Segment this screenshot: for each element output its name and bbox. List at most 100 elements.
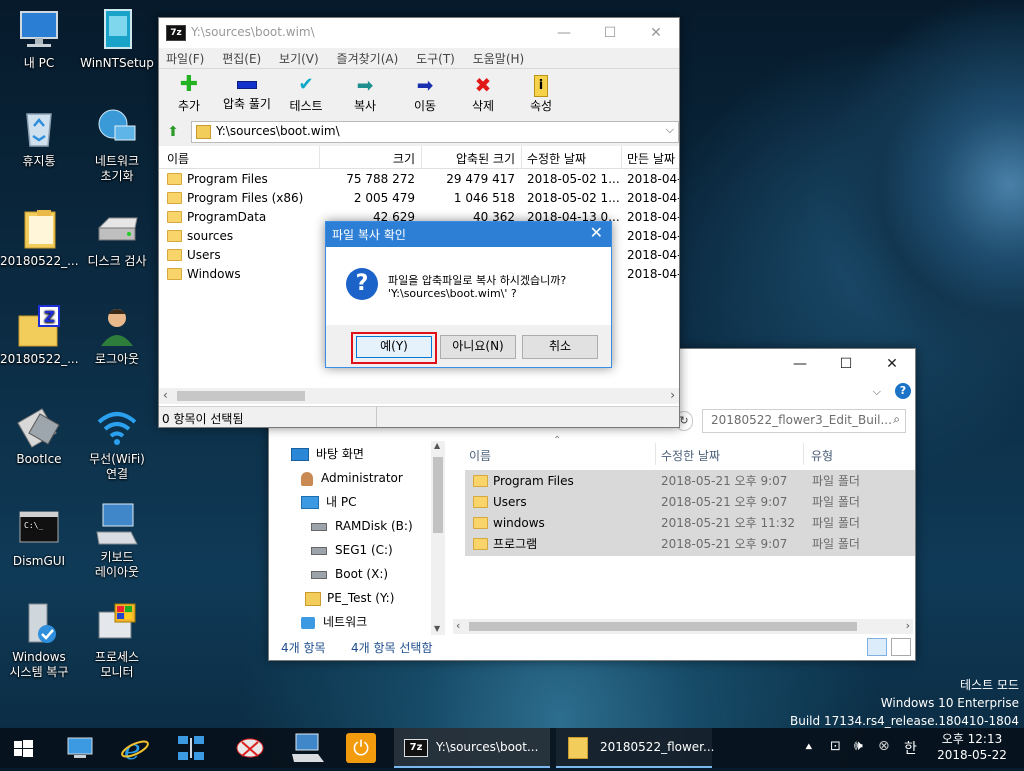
nav-item[interactable]: 바탕 화면	[291, 445, 364, 464]
column-header-modified[interactable]: 수정한 날짜	[527, 150, 586, 167]
desktop-icon-logout[interactable]: 로그아웃	[78, 304, 156, 367]
add-button[interactable]: ✚ 추가	[169, 73, 209, 114]
close-button[interactable]: ✕	[869, 349, 915, 379]
file-row[interactable]: 프로그램 2018-05-21 오후 9:07 파일 폴더	[473, 535, 913, 554]
menu-tools[interactable]: 도구(T)	[416, 52, 455, 66]
nav-item[interactable]: PE_Test (Y:)	[305, 589, 394, 608]
column-header-name[interactable]: 이름	[469, 447, 491, 464]
up-folder-icon[interactable]: ⬆	[163, 122, 183, 142]
status-divider	[376, 407, 377, 427]
recycle-bin-icon	[17, 106, 61, 150]
nav-item[interactable]: 내 PC	[301, 493, 356, 512]
close-circle-icon[interactable]: ⊗	[878, 738, 890, 754]
scrollbar-thumb[interactable]	[433, 457, 443, 533]
close-button[interactable]: ✕	[590, 223, 603, 242]
scroll-left-icon[interactable]: ‹	[163, 388, 168, 402]
delete-button[interactable]: ✖ 삭제	[463, 73, 503, 114]
nav-item[interactable]: Administrator	[301, 469, 403, 488]
scroll-right-icon[interactable]: ›	[670, 388, 675, 402]
taskbar-network[interactable]	[168, 728, 216, 768]
scrollbar-thumb[interactable]	[177, 391, 305, 401]
move-button[interactable]: ➡ 이동	[405, 73, 445, 114]
yes-button[interactable]: 예(Y)	[356, 336, 432, 358]
desktop-icon-process-monitor[interactable]: 프로세스 모니터	[78, 602, 156, 680]
volume-icon[interactable]: 🕪	[854, 738, 863, 754]
maximize-button[interactable]: ☐	[823, 349, 869, 379]
properties-button[interactable]: i 속성	[521, 73, 561, 114]
taskbar-7zip-window[interactable]: 7z Y:\sources\boot...	[394, 728, 550, 768]
nav-item[interactable]: RAMDisk (B:)	[311, 517, 413, 536]
chevron-down-icon[interactable]: ⌵	[873, 385, 881, 399]
start-button[interactable]	[0, 728, 48, 768]
archive-row[interactable]: Program Files 75 788 272 29 479 417 2018-05…	[159, 170, 679, 189]
file-row[interactable]: windows 2018-05-21 오후 11:32 파일 폴더	[473, 514, 913, 533]
cancel-button[interactable]: 취소	[522, 335, 598, 359]
desktop-icon-windows-recovery[interactable]: Windows 시스템 복구	[0, 602, 78, 680]
horizontal-scrollbar[interactable]: ‹ ›	[453, 619, 913, 634]
desktop-icon-folder-1[interactable]: 20180522_...	[0, 206, 79, 269]
nav-item[interactable]: Boot (X:)	[311, 565, 388, 584]
path-input[interactable]: Y:\sources\boot.wim\ ⌵	[191, 121, 679, 143]
copy-button[interactable]: ➡ 복사	[345, 73, 385, 114]
desktop-icon-dismgui[interactable]: C:\_ DismGUI	[0, 506, 78, 569]
scroll-down-icon[interactable]: ▼	[434, 624, 440, 633]
file-row[interactable]: Program Files 2018-05-21 오후 9:07 파일 폴더	[473, 472, 913, 491]
test-button[interactable]: ✔ 테스트	[285, 73, 327, 114]
network-globe-icon	[95, 106, 139, 150]
horizontal-scrollbar[interactable]: ‹ ›	[159, 388, 679, 404]
setup-icon	[95, 8, 139, 52]
taskbar-internet-explorer[interactable]: e	[112, 728, 160, 768]
search-icon: ⌕	[893, 412, 900, 426]
nav-item[interactable]: 네트워크	[301, 613, 367, 632]
nav-scrollbar[interactable]: ▲ ▼	[431, 441, 445, 635]
ime-indicator[interactable]: 한	[904, 738, 917, 758]
maximize-button[interactable]: ☐	[587, 18, 633, 48]
desktop-icon-keyboard-layout[interactable]: 키보드 레이아웃	[78, 502, 156, 580]
desktop-icon-zip-folder[interactable]: Z 20180522_...	[0, 304, 79, 367]
monitor-icon	[17, 8, 61, 52]
chevron-down-icon[interactable]: ⌵	[666, 123, 674, 137]
no-button[interactable]: 아니요(N)	[440, 335, 516, 359]
menu-edit[interactable]: 편집(E)	[222, 52, 261, 66]
tray-flag-icon[interactable]: ⯅	[804, 740, 814, 755]
menu-file[interactable]: 파일(F)	[166, 52, 204, 66]
scroll-left-icon[interactable]: ‹	[456, 619, 460, 632]
column-header-created[interactable]: 만든 날짜	[627, 150, 675, 167]
tiles-view-icon[interactable]	[891, 638, 911, 656]
archive-row[interactable]: Program Files (x86) 2 005 479 1 046 518 201…	[159, 189, 679, 208]
extract-button[interactable]: 압축 풀기	[217, 73, 277, 112]
desktop-icon-bootice[interactable]: BootIce	[0, 404, 78, 467]
desktop-icon-wifi[interactable]: 무선(WiFi) 연결	[78, 404, 156, 482]
scroll-right-icon[interactable]: ›	[906, 619, 910, 632]
column-header-size[interactable]: 크기	[321, 150, 415, 167]
taskbar-power[interactable]: ⏻	[346, 728, 380, 768]
desktop-icon-disk-check[interactable]: 디스크 검사	[78, 206, 156, 269]
nav-item[interactable]: SEG1 (C:)	[311, 541, 393, 560]
column-header-name[interactable]: 이름	[167, 150, 189, 167]
column-header-type[interactable]: 유형	[811, 447, 833, 464]
column-header-packed[interactable]: 압축된 크기	[421, 150, 515, 167]
desktop-icon-network-reset[interactable]: 네트워크 초기화	[78, 106, 156, 184]
help-icon[interactable]: ?	[895, 383, 911, 399]
taskbar-this-pc[interactable]	[56, 728, 104, 768]
network-tray-icon[interactable]: ⊡	[830, 739, 841, 754]
close-button[interactable]: ✕	[633, 18, 679, 48]
desktop-icon-winntsetup[interactable]: WinNTSetup	[78, 8, 156, 71]
column-header-date[interactable]: 수정한 날짜	[661, 447, 720, 464]
minimize-button[interactable]: —	[541, 18, 587, 48]
minimize-button[interactable]: —	[777, 349, 823, 379]
taskbar-explorer-window[interactable]: 20180522_flower...	[556, 728, 714, 768]
menu-view[interactable]: 보기(V)	[279, 52, 319, 66]
search-input[interactable]: 20180522_flower3_Edit_Buil... ⌕	[702, 409, 906, 433]
desktop-icon-this-pc[interactable]: 내 PC	[0, 8, 78, 71]
clock[interactable]: 오후 12:13 2018-05-22	[928, 731, 1016, 763]
taskbar-snipping-tool[interactable]	[226, 728, 274, 768]
menu-help[interactable]: 도움말(H)	[473, 52, 525, 66]
scroll-up-icon[interactable]: ▲	[434, 441, 440, 450]
file-row[interactable]: Users 2018-05-21 오후 9:07 파일 폴더	[473, 493, 913, 512]
scrollbar-thumb[interactable]	[469, 622, 857, 631]
taskbar-keyboard[interactable]	[284, 728, 332, 768]
details-view-icon[interactable]	[867, 638, 887, 656]
menu-favorites[interactable]: 즐겨찾기(A)	[337, 52, 399, 66]
desktop-icon-recycle-bin[interactable]: 휴지통	[0, 106, 78, 169]
